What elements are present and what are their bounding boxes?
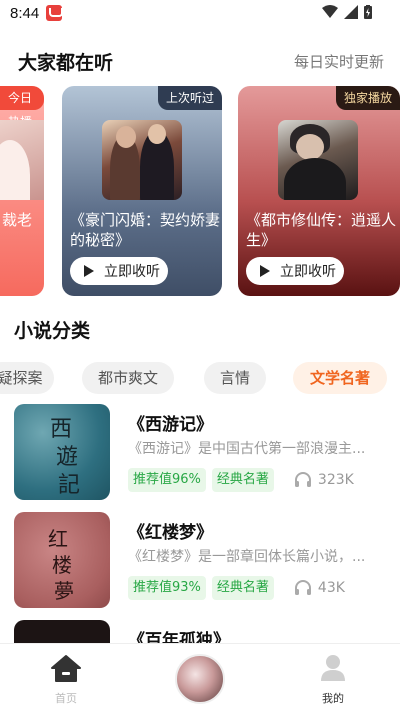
category-tab-active[interactable]: 文学名著 bbox=[293, 362, 387, 394]
headphones-icon bbox=[294, 472, 311, 487]
card-title: 《都市修仙传：逍遥人生》 bbox=[246, 211, 397, 249]
book-title: 《百年孤独》 bbox=[128, 631, 230, 644]
signal-icon bbox=[344, 5, 358, 19]
user-icon bbox=[321, 655, 345, 681]
cover-char: 西 bbox=[50, 417, 72, 442]
cover-char: 遊 bbox=[56, 445, 78, 470]
carousel-card[interactable]: 独家播放 《都市修仙传：逍遥人生》 立即收听 bbox=[238, 86, 400, 296]
book-description: 《红楼梦》是一部章回体长篇小说，... bbox=[128, 549, 366, 565]
status-bar: 8:44 bbox=[0, 0, 400, 28]
listen-count-value: 323K bbox=[317, 472, 354, 488]
bottom-nav: 首页 我的 bbox=[0, 643, 400, 711]
book-cover-image bbox=[14, 620, 110, 644]
listen-count: 323K bbox=[294, 472, 354, 488]
book-cover-image: 红 楼 夢 bbox=[14, 512, 110, 608]
recommend-badge: 推荐值96% bbox=[128, 468, 206, 492]
nav-home[interactable]: 首页 bbox=[31, 644, 101, 711]
nav-home-label: 首页 bbox=[55, 692, 77, 705]
nav-mine-label: 我的 bbox=[322, 692, 344, 705]
nav-mine[interactable]: 我的 bbox=[298, 644, 368, 711]
genre-badge: 经典名著 bbox=[211, 468, 274, 492]
card-badge: 今日热播 bbox=[0, 86, 44, 129]
status-time: 8:44 bbox=[10, 5, 40, 22]
hot-section-title: 大家都在听 bbox=[18, 52, 114, 74]
cover-char: 红 bbox=[48, 527, 68, 551]
battery-icon bbox=[364, 5, 372, 19]
play-icon bbox=[84, 265, 94, 277]
listen-now-button[interactable]: 立即收听 bbox=[70, 257, 168, 285]
listen-now-label: 立即收听 bbox=[280, 264, 336, 280]
listen-now-button[interactable]: 立即收听 bbox=[246, 257, 344, 285]
hot-section-header: 大家都在听 每日实时更新 bbox=[0, 46, 400, 76]
book-list-item[interactable]: 西 遊 記 《西游记》 《西游记》是中国古代第一部浪漫主... 推荐值96% 经… bbox=[0, 404, 400, 504]
hot-carousel[interactable]: 今日热播 裁老 上次听过 《豪门闪婚：契约娇妻的秘密》 立即收听 独家播放 《都… bbox=[0, 86, 400, 296]
home-icon bbox=[51, 655, 81, 682]
now-playing-avatar[interactable] bbox=[175, 654, 225, 704]
play-icon bbox=[260, 265, 270, 277]
book-list-item[interactable]: 《百年孤独》 bbox=[0, 620, 400, 644]
book-title: 《红楼梦》 bbox=[128, 523, 213, 543]
category-tab[interactable]: 疑探案 bbox=[0, 362, 54, 394]
category-section-title: 小说分类 bbox=[14, 320, 91, 342]
category-tab[interactable]: 言情 bbox=[204, 362, 266, 394]
status-icons bbox=[322, 5, 372, 19]
app-notification-icon bbox=[46, 5, 63, 21]
card-cover-image bbox=[278, 120, 358, 200]
genre-badge: 经典名著 bbox=[211, 576, 274, 600]
book-description: 《西游记》是中国古代第一部浪漫主... bbox=[128, 441, 366, 457]
book-tags: 推荐值96% 经典名著 323K bbox=[128, 468, 354, 492]
cover-char: 楼 bbox=[52, 553, 72, 577]
cover-char: 夢 bbox=[54, 579, 74, 603]
book-cover-image: 西 遊 記 bbox=[14, 404, 110, 500]
listen-count-value: 43K bbox=[317, 580, 345, 596]
listen-now-label: 立即收听 bbox=[104, 264, 160, 280]
cover-char: 記 bbox=[58, 473, 80, 498]
card-title: 裁老 bbox=[2, 211, 33, 229]
carousel-card[interactable]: 今日热播 裁老 bbox=[0, 86, 44, 296]
book-title: 《西游记》 bbox=[128, 415, 213, 435]
card-title: 《豪门闪婚：契约娇妻的秘密》 bbox=[70, 211, 221, 249]
wifi-icon bbox=[322, 5, 338, 18]
category-tab[interactable]: 都市爽文 bbox=[82, 362, 174, 394]
book-tags: 推荐值93% 经典名著 43K bbox=[128, 576, 345, 600]
book-list-item[interactable]: 红 楼 夢 《红楼梦》 《红楼梦》是一部章回体长篇小说，... 推荐值93% 经… bbox=[0, 512, 400, 612]
carousel-card[interactable]: 上次听过 《豪门闪婚：契约娇妻的秘密》 立即收听 bbox=[62, 86, 222, 296]
card-cover-image bbox=[0, 120, 44, 200]
headphones-icon bbox=[294, 580, 311, 595]
card-badge: 独家播放 bbox=[335, 86, 400, 110]
category-tabs: 疑探案 都市爽文 言情 文学名著 bbox=[0, 362, 400, 394]
recommend-badge: 推荐值93% bbox=[128, 576, 206, 600]
listen-count: 43K bbox=[294, 580, 345, 596]
card-cover-image bbox=[102, 120, 182, 200]
card-badge: 上次听过 bbox=[157, 86, 222, 110]
hot-section-subtitle: 每日实时更新 bbox=[293, 53, 384, 71]
